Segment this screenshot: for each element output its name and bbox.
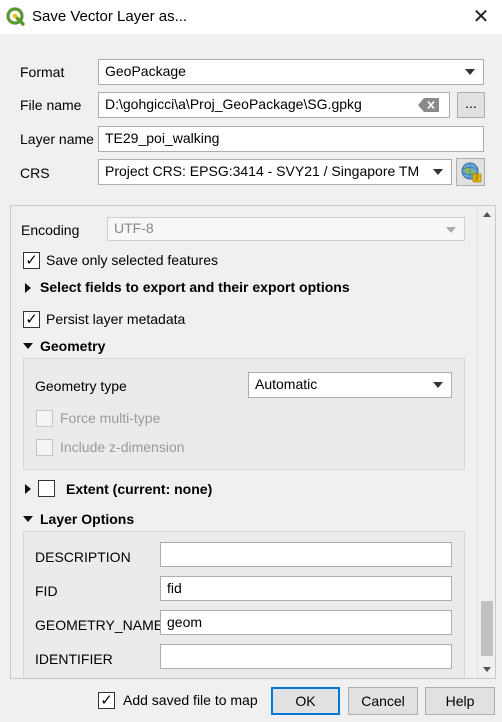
add-to-map-label: Add saved file to map: [123, 692, 258, 708]
chevron-down-icon: [465, 69, 475, 75]
include-z-label: Include z-dimension: [60, 439, 185, 455]
extent-checkbox[interactable]: [38, 480, 55, 497]
scroll-up-icon[interactable]: [478, 206, 496, 224]
collapse-arrow-icon[interactable]: [23, 516, 33, 522]
extent-section-title[interactable]: Extent (current: none): [66, 481, 212, 497]
chevron-down-icon: [433, 382, 443, 388]
layer-option-value: fid: [167, 580, 182, 596]
help-button[interactable]: Help: [425, 687, 495, 715]
layer-option-value-input[interactable]: fid: [160, 576, 452, 601]
geometry-section-title[interactable]: Geometry: [40, 338, 105, 354]
chevron-down-icon: [446, 227, 456, 233]
format-dropdown[interactable]: GeoPackage: [98, 59, 484, 85]
crs-label: CRS: [20, 165, 50, 181]
layername-input[interactable]: TE29_poi_walking: [98, 126, 484, 152]
scrollbar-thumb[interactable]: [481, 601, 493, 656]
cancel-button[interactable]: Cancel: [348, 687, 418, 715]
expand-arrow-icon[interactable]: [25, 484, 31, 494]
qgis-logo-icon: [6, 7, 26, 27]
vertical-scrollbar[interactable]: [477, 206, 495, 678]
layer-option-name: IDENTIFIER: [35, 651, 113, 667]
crs-value: Project CRS: EPSG:3414 - SVY21 / Singapo…: [105, 163, 420, 179]
filename-label: File name: [20, 97, 82, 113]
layer-option-value-input[interactable]: [160, 644, 452, 669]
filename-input[interactable]: D:\gohgicci\a\Proj_GeoPackage\SG.gpkg: [98, 92, 450, 118]
geometry-type-value: Automatic: [255, 376, 318, 392]
chevron-down-icon: [433, 169, 443, 175]
layer-option-value-input[interactable]: [160, 542, 452, 567]
force-multi-checkbox: [36, 410, 53, 427]
layer-options-section-title[interactable]: Layer Options: [40, 511, 134, 527]
geometry-type-label: Geometry type: [35, 378, 127, 394]
format-label: Format: [20, 64, 65, 80]
window-title: Save Vector Layer as...: [32, 8, 188, 25]
geometry-type-dropdown[interactable]: Automatic: [248, 372, 452, 398]
layer-option-value: geom: [167, 614, 203, 630]
layername-label: Layer name: [20, 131, 94, 147]
save-selected-checkbox[interactable]: ✓: [23, 252, 40, 269]
layer-options-group: DESCRIPTION FID fid GEOMETRY_NAME geom I…: [23, 531, 465, 678]
format-value: GeoPackage: [105, 63, 186, 79]
encoding-dropdown: UTF-8: [107, 217, 465, 241]
globe-icon: [461, 162, 481, 183]
collapse-arrow-icon[interactable]: [23, 343, 33, 349]
force-multi-label: Force multi-type: [60, 410, 161, 426]
expand-arrow-icon[interactable]: [25, 283, 31, 293]
export-options-panel[interactable]: Encoding UTF-8 ✓ Save only selected feat…: [10, 205, 496, 679]
close-icon[interactable]: ✕: [466, 3, 496, 31]
save-selected-label: Save only selected features: [46, 252, 218, 268]
encoding-value: UTF-8: [114, 220, 154, 236]
filename-value: D:\gohgicci\a\Proj_GeoPackage\SG.gpkg: [105, 96, 362, 112]
encoding-label: Encoding: [21, 222, 80, 238]
include-z-checkbox: [36, 439, 53, 456]
persist-metadata-checkbox[interactable]: ✓: [23, 311, 40, 328]
layer-option-name: FID: [35, 583, 58, 599]
layername-value: TE29_poi_walking: [105, 130, 220, 146]
layer-option-name: DESCRIPTION: [35, 549, 131, 565]
add-to-map-checkbox[interactable]: ✓: [98, 692, 115, 709]
layer-option-name: GEOMETRY_NAME: [35, 617, 164, 633]
ok-button[interactable]: OK: [271, 687, 340, 715]
layer-option-value-input[interactable]: geom: [160, 610, 452, 635]
scroll-down-icon[interactable]: [478, 660, 496, 678]
persist-metadata-label: Persist layer metadata: [46, 311, 186, 327]
clear-text-icon[interactable]: [418, 98, 440, 112]
crs-dropdown[interactable]: Project CRS: EPSG:3414 - SVY21 / Singapo…: [98, 159, 452, 185]
crs-selector-button[interactable]: [456, 158, 485, 186]
select-fields-toggle[interactable]: Select fields to export and their export…: [40, 279, 350, 295]
browse-button[interactable]: ...: [457, 92, 485, 118]
geometry-group: Geometry type Automatic Force multi-type…: [23, 358, 465, 470]
